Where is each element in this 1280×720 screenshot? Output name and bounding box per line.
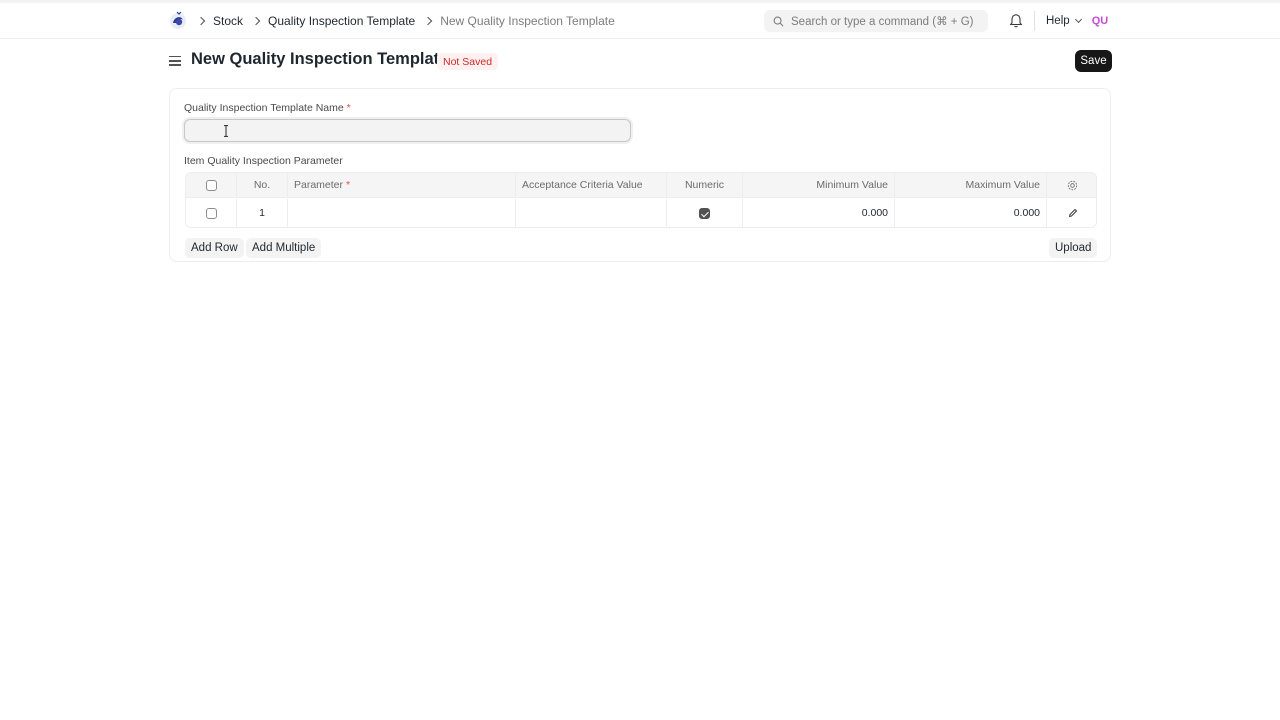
app-logo-icon[interactable] [169, 10, 187, 30]
row-acceptance-criteria[interactable] [516, 199, 667, 227]
search-placeholder: Search or type a command (⌘ + G) [791, 16, 974, 28]
row-numeric-checkbox[interactable] [699, 207, 710, 219]
column-settings-cell [1047, 173, 1096, 197]
breadcrumb-current: New Quality Inspection Template [440, 14, 615, 28]
required-marker: * [346, 102, 351, 114]
row-numeric-cell [667, 199, 743, 227]
add-row-button[interactable]: Add Row [185, 238, 244, 258]
breadcrumb: Stock Quality Inspection Template New Qu… [196, 3, 615, 39]
edit-pencil-icon[interactable] [1068, 208, 1078, 218]
save-button[interactable]: Save [1075, 50, 1112, 72]
notification-bell-icon[interactable] [1009, 12, 1023, 28]
search-bar[interactable]: Search or type a command (⌘ + G) [764, 10, 988, 32]
form-card: Quality Inspection Template Name * Item … [169, 88, 1111, 262]
search-icon [773, 16, 784, 26]
breadcrumb-stock[interactable]: Stock [213, 14, 243, 28]
add-multiple-button[interactable]: Add Multiple [246, 238, 322, 258]
row-edit-cell [1047, 199, 1096, 227]
column-header-acceptance-criteria: Acceptance Criteria Value [516, 173, 667, 197]
parameter-table-label: Item Quality Inspection Parameter [184, 155, 343, 167]
help-label: Help [1046, 15, 1070, 27]
parameter-table: No. Parameter * Acceptance Criteria Valu… [185, 172, 1097, 228]
template-name-label: Quality Inspection Template Name * [184, 102, 351, 114]
column-header-parameter: Parameter * [288, 173, 516, 197]
required-marker: * [345, 179, 351, 191]
select-all-cell [186, 173, 237, 197]
column-header-maximum-value: Maximum Value [895, 173, 1047, 197]
chevron-right-icon [196, 16, 206, 26]
status-badge: Not Saved [437, 53, 499, 70]
help-dropdown[interactable]: Help [1046, 3, 1082, 39]
gear-icon[interactable] [1067, 180, 1078, 191]
column-header-numeric: Numeric [667, 173, 743, 197]
table-row[interactable]: 1 0.000 0.000 [186, 199, 1096, 227]
template-name-input[interactable] [184, 119, 631, 142]
upload-button[interactable]: Upload [1049, 238, 1098, 258]
chevron-down-icon [1074, 15, 1082, 24]
page-title: New Quality Inspection Template [191, 50, 449, 68]
select-all-checkbox[interactable] [205, 179, 217, 191]
row-maximum-value[interactable]: 0.000 [895, 199, 1047, 227]
row-parameter[interactable] [288, 199, 516, 227]
row-select-checkbox[interactable] [205, 207, 217, 219]
navbar-divider [1034, 11, 1035, 31]
column-header-minimum-value: Minimum Value [743, 173, 895, 197]
chevron-right-icon [423, 16, 433, 26]
chevron-right-icon [251, 16, 261, 26]
row-select-cell [186, 199, 237, 227]
sidebar-toggle-icon[interactable] [169, 56, 181, 66]
navbar: Stock Quality Inspection Template New Qu… [0, 3, 1280, 39]
avatar[interactable]: QU [1091, 12, 1109, 30]
row-number: 1 [237, 199, 288, 227]
column-header-no: No. [237, 173, 288, 197]
text-cursor-icon [224, 125, 228, 137]
breadcrumb-quality-inspection-template[interactable]: Quality Inspection Template [268, 14, 415, 28]
column-header-parameter-text: Parameter [294, 179, 344, 191]
page-header: New Quality Inspection Template Not Save… [169, 48, 1112, 74]
row-minimum-value[interactable]: 0.000 [743, 199, 895, 227]
table-header: No. Parameter * Acceptance Criteria Valu… [186, 173, 1096, 198]
template-name-label-text: Quality Inspection Template Name [184, 102, 344, 114]
